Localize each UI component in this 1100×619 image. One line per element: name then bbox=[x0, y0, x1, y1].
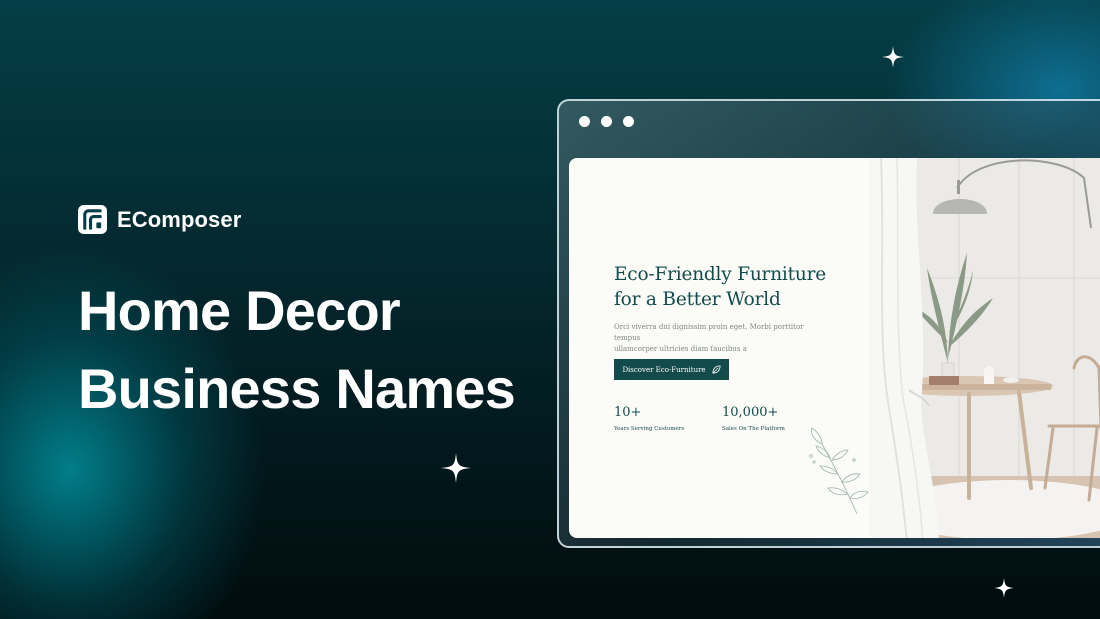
hero-section: Eco-Friendly Furniture for a Better Worl… bbox=[614, 262, 874, 355]
window-dot bbox=[579, 116, 590, 127]
window-dot bbox=[601, 116, 612, 127]
headline-line-2: Business Names bbox=[78, 357, 516, 420]
website-preview: Eco-Friendly Furniture for a Better Worl… bbox=[569, 158, 1100, 538]
stat-label: Sales On The Platform bbox=[722, 426, 785, 432]
hero-description-line-1: Orci viverra dui dignissim proin eget. M… bbox=[614, 323, 804, 342]
hero-title: Eco-Friendly Furniture for a Better Worl… bbox=[614, 262, 874, 312]
browser-mockup: Eco-Friendly Furniture for a Better Worl… bbox=[557, 99, 1100, 548]
brand: EComposer bbox=[78, 205, 241, 234]
sparkle-icon bbox=[994, 578, 1014, 598]
hero-description: Orci viverra dui dignissim proin eget. M… bbox=[614, 322, 809, 355]
hero-title-line-2: for a Better World bbox=[614, 289, 781, 310]
stat-years: 10+ Years Serving Customers bbox=[614, 405, 684, 432]
stat-value: 10+ bbox=[614, 405, 642, 420]
leaf-icon bbox=[712, 365, 721, 374]
ecomposer-logo-icon bbox=[78, 205, 107, 234]
window-controls bbox=[579, 116, 634, 127]
headline-line-1: Home Decor bbox=[78, 279, 401, 342]
stat-value: 10,000+ bbox=[722, 405, 779, 420]
page-title: Home Decor Business Names bbox=[78, 272, 558, 428]
stat-label: Years Serving Customers bbox=[614, 426, 685, 432]
brand-name: EComposer bbox=[117, 206, 242, 232]
stat-sales: 10,000+ Sales On The Platform bbox=[722, 405, 785, 432]
living-room-photo bbox=[869, 158, 1100, 538]
discover-eco-furniture-button[interactable]: Discover Eco-Furniture bbox=[614, 359, 729, 380]
sparkle-icon bbox=[882, 46, 904, 68]
hero-title-line-1: Eco-Friendly Furniture bbox=[614, 264, 826, 285]
window-dot bbox=[623, 116, 634, 127]
cta-label: Discover Eco-Furniture bbox=[622, 365, 706, 374]
hero-description-line-2: ullamcorper ultricies diam faucibus a bbox=[614, 345, 747, 353]
leaf-sketch-illustration bbox=[809, 427, 869, 515]
sparkle-icon bbox=[441, 453, 471, 483]
